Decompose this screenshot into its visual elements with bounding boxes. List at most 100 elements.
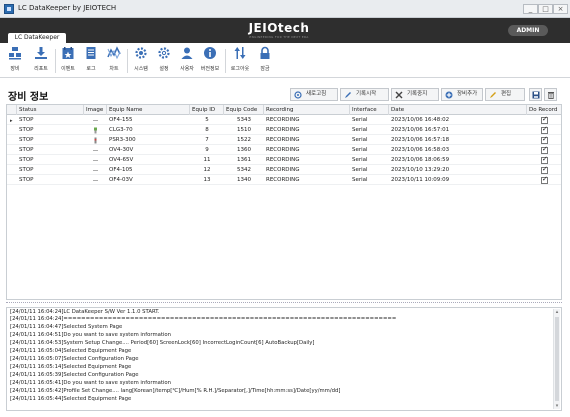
cell-interface: Serial: [352, 157, 368, 163]
edit-label: 편집: [501, 91, 512, 97]
col-status[interactable]: Status: [17, 105, 84, 115]
do-record-checkbox[interactable]: [541, 155, 548, 164]
close-button[interactable]: ×: [553, 4, 568, 14]
add-icon: [445, 91, 453, 99]
scroll-up-icon[interactable]: ▴: [554, 309, 560, 315]
cell-equip-name: OF4-105: [109, 167, 133, 173]
tool-version-info[interactable]: 버전정보: [199, 46, 221, 76]
section-title: 장비 정보: [8, 92, 49, 103]
log-panel[interactable]: [24/01/11 16:04:24]LC DataKeeper S/W Ver…: [6, 307, 562, 411]
tool-label: 장비: [10, 66, 20, 72]
cell-status: STOP: [19, 117, 34, 123]
cell-status: STOP: [19, 127, 34, 133]
table-row[interactable]: ▸ STOP OF4-155 5 5343 RECORDING Serial 2…: [7, 115, 561, 125]
scroll-thumb[interactable]: [555, 317, 559, 401]
col-equip-name[interactable]: Equip Name: [107, 105, 190, 115]
col-do-record[interactable]: Do Record: [527, 105, 561, 115]
cell-equip-name: OV4-30V: [109, 147, 134, 153]
cell-image: [84, 126, 107, 135]
do-record-checkbox[interactable]: [541, 175, 548, 184]
cell-interface: Serial: [352, 137, 368, 143]
window-title: LC DataKeeper by JEIOTECH: [18, 4, 117, 12]
tool-lock[interactable]: 잠금: [254, 46, 276, 76]
cell-equip-id: 11: [203, 157, 211, 163]
cell-image: [84, 116, 107, 125]
tab-lc-datakeeper[interactable]: LC DataKeeper: [8, 33, 66, 43]
cell-equip-name: OV4-65V: [109, 157, 134, 163]
tool-user[interactable]: 사용자: [176, 46, 198, 76]
edit-button[interactable]: 편집: [485, 88, 525, 101]
panel-splitter[interactable]: [6, 302, 562, 305]
log-line: [24/01/11 16:05:04]Selected Equipment Pa…: [10, 348, 132, 354]
log-line: [24/01/11 16:05:07]Selected Configuratio…: [10, 356, 139, 362]
tool-event[interactable]: 이벤트: [57, 46, 79, 76]
save-button[interactable]: [529, 88, 542, 101]
tool-report[interactable]: 리포트: [30, 46, 52, 76]
cell-recording: RECORDING: [266, 137, 300, 143]
table-row[interactable]: STOP CLG3-70 8 1510 RECORDING Serial 202…: [7, 125, 561, 135]
cell-equip-name: OF4-155: [109, 117, 133, 123]
tool-settings[interactable]: 설정: [153, 46, 175, 76]
scroll-down-icon[interactable]: ▾: [554, 403, 560, 409]
log-line: [24/01/11 16:05:14]Selected Equipment Pa…: [10, 364, 132, 370]
tool-logout[interactable]: 로그아웃: [229, 46, 251, 76]
do-record-checkbox[interactable]: [541, 115, 548, 124]
col-equip-code[interactable]: Equip Code: [224, 105, 264, 115]
toolbar-divider: [55, 49, 56, 73]
cell-equip-id: 5: [205, 117, 209, 123]
minimize-button[interactable]: _: [523, 4, 538, 14]
add-equipment-button[interactable]: 장비추가: [441, 88, 483, 101]
record-stop-label: 기록중지: [407, 91, 428, 97]
tool-label: 로그아웃: [230, 66, 250, 72]
log-line: [24/01/11 16:05:44]Selected Equipment Pa…: [10, 396, 132, 402]
cell-interface: Serial: [352, 177, 368, 183]
tool-log[interactable]: 로그: [80, 46, 102, 76]
table-row[interactable]: STOP OF4-105 12 5342 RECORDING Serial 20…: [7, 165, 561, 175]
cell-recording: RECORDING: [266, 157, 300, 163]
brand-logo: JEIOtech ENGINEERING FOR THE NEXT ERA: [248, 22, 310, 40]
lock-icon: [260, 46, 270, 59]
brand-tagline: ENGINEERING FOR THE NEXT ERA: [249, 35, 309, 39]
cell-status: STOP: [19, 177, 34, 183]
cell-date: 2023/10/06 16:57:18: [391, 137, 450, 143]
grid-header: Status Image Equip Name Equip ID Equip C…: [7, 105, 561, 115]
cell-recording: RECORDING: [266, 117, 300, 123]
do-record-checkbox[interactable]: [541, 125, 548, 134]
tool-chart[interactable]: 차트: [103, 46, 125, 76]
user-badge[interactable]: ADMIN: [508, 25, 548, 36]
col-interface[interactable]: Interface: [350, 105, 389, 115]
do-record-checkbox[interactable]: [541, 165, 548, 174]
equipment-thumbnail-icon: [93, 150, 98, 151]
equipment-thumbnail-icon: [94, 137, 97, 144]
event-icon: [62, 47, 74, 59]
do-record-checkbox[interactable]: [541, 135, 548, 144]
delete-button[interactable]: [544, 88, 557, 101]
col-recording[interactable]: Recording: [264, 105, 350, 115]
tool-system[interactable]: 시스템: [130, 46, 152, 76]
cell-recording: RECORDING: [266, 167, 300, 173]
col-equip-id[interactable]: Equip ID: [190, 105, 224, 115]
log-line: [24/01/11 16:04:51]Do you want to save s…: [10, 332, 171, 338]
log-line: [24/01/11 16:04:24]LC DataKeeper S/W Ver…: [10, 309, 160, 315]
tool-equipment[interactable]: 장비: [4, 46, 26, 76]
table-row[interactable]: STOP OV4-65V 11 1361 RECORDING Serial 20…: [7, 155, 561, 165]
record-stop-button[interactable]: 기록중지: [391, 88, 439, 101]
col-image[interactable]: Image: [84, 105, 107, 115]
cell-equip-id: 8: [205, 127, 209, 133]
col-date[interactable]: Date: [389, 105, 527, 115]
table-row[interactable]: STOP OV4-30V 9 1360 RECORDING Serial 202…: [7, 145, 561, 155]
tool-label: 잠금: [260, 66, 270, 72]
cell-date: 2023/10/10 13:29:20: [391, 167, 450, 173]
tool-label: 사용자: [180, 66, 194, 72]
table-row[interactable]: STOP PSR3-300 7 1522 RECORDING Serial 20…: [7, 135, 561, 145]
toolbar-divider: [225, 49, 226, 73]
table-row[interactable]: STOP OF4-03V 13 1340 RECORDING Serial 20…: [7, 175, 561, 185]
maximize-button[interactable]: □: [538, 4, 553, 14]
record-start-button[interactable]: 기록시작: [340, 88, 389, 101]
cell-equip-code: 5342: [237, 167, 251, 173]
do-record-checkbox[interactable]: [541, 145, 548, 154]
refresh-button[interactable]: 새로고침: [290, 88, 338, 101]
log-scrollbar[interactable]: ▴ ▾: [553, 309, 560, 409]
cell-equip-name: PSR3-300: [109, 137, 136, 143]
cell-equip-code: 5343: [237, 117, 251, 123]
